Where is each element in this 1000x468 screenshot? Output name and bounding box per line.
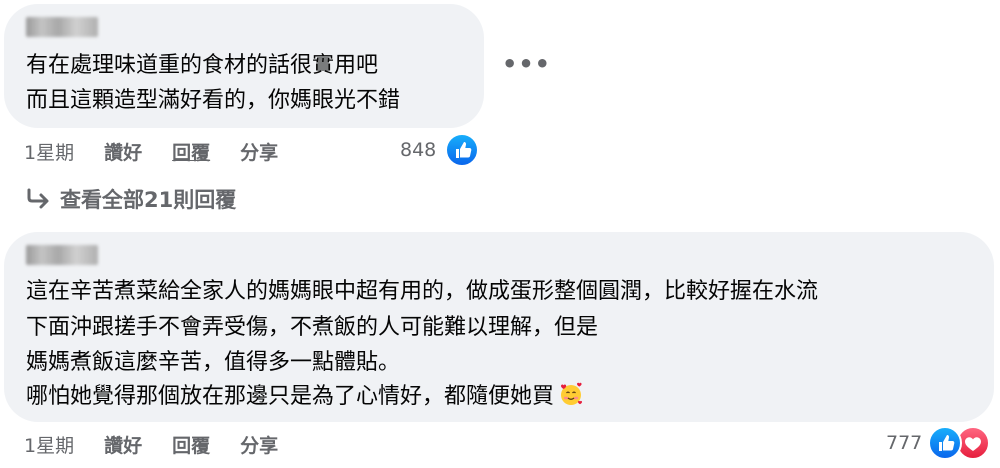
view-replies-label[interactable]: 查看全部21則回覆	[60, 184, 236, 214]
reply-arrow-icon	[26, 188, 52, 210]
comment-time[interactable]: 1星期	[24, 138, 74, 165]
author-name-blurred[interactable]	[26, 245, 98, 265]
comment-actions: 1星期 讚好 回覆 分享	[24, 431, 278, 458]
reaction-count[interactable]: 777	[886, 432, 922, 454]
comment-time[interactable]: 1星期	[24, 431, 74, 458]
comment-actions: 1星期 讚好 回覆 分享	[24, 138, 278, 165]
comment-text-line: 哪怕她覺得那個放在那邊只是為了心情好，都隨便她買	[26, 381, 584, 412]
like-icon[interactable]	[928, 426, 962, 460]
reaction-count[interactable]: 848	[400, 139, 436, 161]
author-name-blurred[interactable]	[26, 17, 98, 37]
comment-bubble: 有在處理味道重的食材的話很實用吧 而且這顆造型滿好看的，你媽眼光不錯	[4, 4, 484, 128]
comment-text-line: 這在辛苦煮菜給全家人的媽媽眼中超有用的，做成蛋形整個圓潤，比較好握在水流	[26, 279, 819, 304]
smiling-face-with-hearts-emoji	[558, 381, 584, 407]
comment-text-line: 媽媽煮飯這麼辛苦，值得多一點體貼。	[26, 350, 401, 375]
share-button[interactable]: 分享	[240, 138, 278, 165]
like-icon[interactable]	[445, 133, 479, 167]
comment-text-line: 下面沖跟搓手不會弄受傷，不煮飯的人可能難以理解，但是	[26, 315, 599, 340]
reply-button[interactable]: 回覆	[172, 138, 210, 165]
comment-text-line: 而且這顆造型滿好看的，你媽眼光不錯	[26, 88, 401, 113]
comment-text-line: 有在處理味道重的食材的話很實用吧	[26, 53, 379, 78]
comment-bubble: 這在辛苦煮菜給全家人的媽媽眼中超有用的，做成蛋形整個圓潤，比較好握在水流 下面沖…	[4, 232, 994, 422]
like-button[interactable]: 讚好	[104, 138, 142, 165]
like-button[interactable]: 讚好	[104, 431, 142, 458]
view-all-replies-link[interactable]: 查看全部21則回覆	[26, 184, 236, 214]
reply-button[interactable]: 回覆	[172, 431, 210, 458]
more-options-icon[interactable]: •••	[502, 50, 551, 78]
share-button[interactable]: 分享	[240, 431, 278, 458]
comment-text-segment: 哪怕她覺得那個放在那邊只是為了心情好，都隨便她買	[26, 384, 555, 409]
